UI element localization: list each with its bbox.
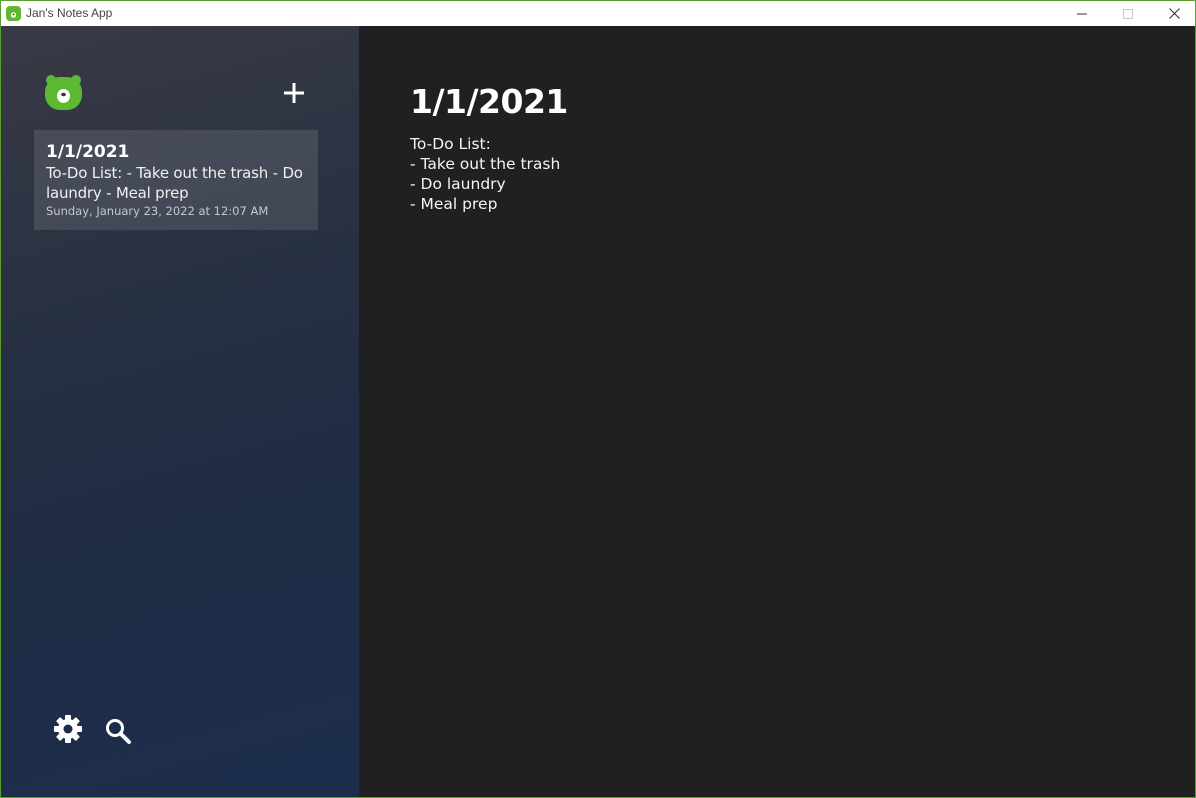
note-body-line[interactable]: - Do laundry (410, 174, 1150, 194)
app-icon (6, 6, 21, 21)
close-button[interactable] (1151, 1, 1195, 26)
plus-icon (284, 83, 304, 103)
note-title[interactable]: 1/1/2021 (410, 82, 568, 122)
gear-icon (54, 715, 82, 743)
maximize-button[interactable] (1105, 1, 1151, 26)
note-item-preview: To-Do List: - Take out the trash - Do la… (46, 164, 303, 202)
minimize-button[interactable] (1059, 1, 1105, 26)
search-button[interactable] (104, 717, 132, 745)
note-editor[interactable]: 1/1/2021 To-Do List: - Take out the tras… (359, 26, 1195, 797)
note-body-line[interactable]: To-Do List: (410, 134, 1150, 154)
note-body-line[interactable]: - Take out the trash (410, 154, 1150, 174)
window-title: Jan's Notes App (26, 6, 113, 20)
app-window: Jan's Notes App 1/1/2021 To-Do List: - T… (0, 0, 1196, 798)
close-icon (1168, 8, 1180, 19)
note-body-line[interactable]: - Meal prep (410, 194, 1150, 214)
note-item-date: Sunday, January 23, 2022 at 12:07 AM (46, 204, 269, 218)
note-body[interactable]: To-Do List: - Take out the trash - Do la… (410, 134, 1150, 214)
settings-button[interactable] (53, 714, 83, 744)
minimize-icon (1077, 13, 1087, 14)
note-list-item[interactable]: 1/1/2021 To-Do List: - Take out the tras… (34, 130, 318, 230)
sidebar: 1/1/2021 To-Do List: - Take out the tras… (1, 26, 359, 797)
bear-logo-icon (45, 75, 82, 110)
add-note-button[interactable] (280, 79, 308, 107)
note-item-title: 1/1/2021 (46, 142, 130, 162)
title-bar[interactable]: Jan's Notes App (1, 1, 1195, 26)
maximize-icon (1123, 8, 1133, 19)
search-icon (106, 719, 131, 744)
